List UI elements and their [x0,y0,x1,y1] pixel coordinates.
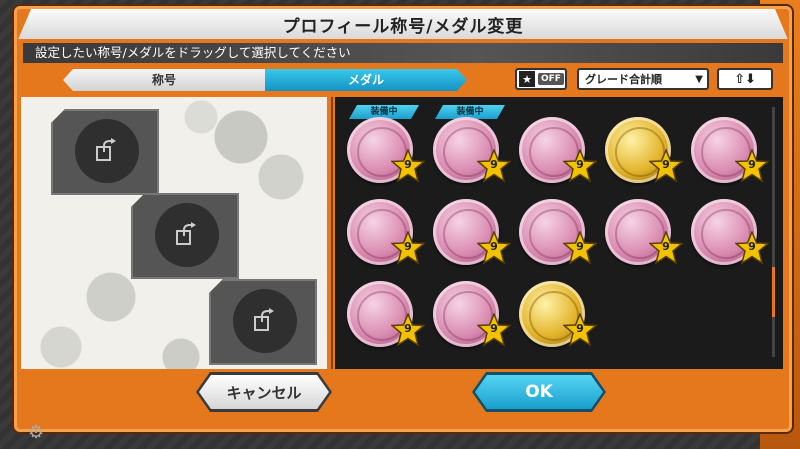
medal-item[interactable]: 9 [601,189,687,277]
grade-number: 9 [404,240,412,253]
chevron-down-icon: ▼ [695,73,703,85]
grade-number: 9 [576,240,584,253]
medal-item[interactable]: 装備中 9 [429,107,515,195]
medal-list-scrollbar[interactable] [772,107,775,357]
slot-drop-circle [75,119,139,183]
swap-arrow-icon [96,138,116,161]
panel-divider [331,97,333,369]
swap-arrow-icon [176,222,196,245]
sort-order-icon: ⇧⬇ [734,71,756,87]
grade-number: 9 [490,158,498,171]
medal-item[interactable]: 9 [429,271,515,359]
medal-slot-3[interactable] [209,279,317,365]
scrollbar-thumb[interactable] [772,267,775,317]
dialog-title: プロフィール称号/メダル変更 [282,16,524,37]
medal-item[interactable]: 9 [601,107,687,195]
medal-list-panel[interactable]: 装備中 9 装備中 9 9 9 9 9 9 9 9 9 9 9 9 [335,97,783,369]
medal-item[interactable]: 9 [515,189,601,277]
medal-slot-1[interactable] [51,109,159,195]
tab-title[interactable]: 称号 [63,69,265,91]
ok-button-label: OK [475,375,603,409]
grade-number: 9 [748,240,756,253]
grade-number: 9 [662,240,670,253]
ok-button[interactable]: OK [472,372,606,412]
grade-number: 9 [576,158,584,171]
tab-medal[interactable]: メダル [265,69,467,91]
grade-number: 9 [404,322,412,335]
title-bar: プロフィール称号/メダル変更 [17,9,789,42]
medal-item[interactable]: 9 [515,107,601,195]
medal-item[interactable]: 装備中 9 [343,107,429,195]
tab-bar: 称号 メダル [63,69,467,91]
sort-dropdown[interactable]: グレード合計順 ▼ [577,68,709,90]
medal-item[interactable]: 9 [687,107,773,195]
grade-number: 9 [490,240,498,253]
favorite-filter-toggle[interactable]: ★ OFF [515,68,567,90]
grade-number: 9 [748,158,756,171]
slot-drop-circle [155,203,219,267]
sort-order-button[interactable]: ⇧⬇ [717,68,773,90]
cancel-button-label: キャンセル [199,375,329,409]
profile-change-dialog: プロフィール称号/メダル変更 設定したい称号/メダルをドラッグして選択してくださ… [14,6,792,432]
medal-item[interactable]: 9 [343,271,429,359]
grade-number: 9 [490,322,498,335]
medal-item[interactable]: 9 [429,189,515,277]
slot-drop-circle [233,289,297,353]
medal-item[interactable]: 9 [515,271,601,359]
gear-icon[interactable]: ⚙ [28,424,52,442]
grade-number: 9 [662,158,670,171]
favorite-toggle-state: OFF [538,73,564,85]
equipped-slots-panel [21,97,327,369]
sort-label: グレード合計順 [585,73,662,86]
medal-slot-2[interactable] [131,193,239,279]
swap-arrow-icon [254,308,274,331]
instruction-text: 設定したい称号/メダルをドラッグして選択してください [23,43,783,63]
grade-number: 9 [404,158,412,171]
medal-item[interactable]: 9 [687,189,773,277]
star-icon: ★ [519,71,535,87]
cancel-button[interactable]: キャンセル [196,372,332,412]
grade-number: 9 [576,322,584,335]
medal-item[interactable]: 9 [343,189,429,277]
